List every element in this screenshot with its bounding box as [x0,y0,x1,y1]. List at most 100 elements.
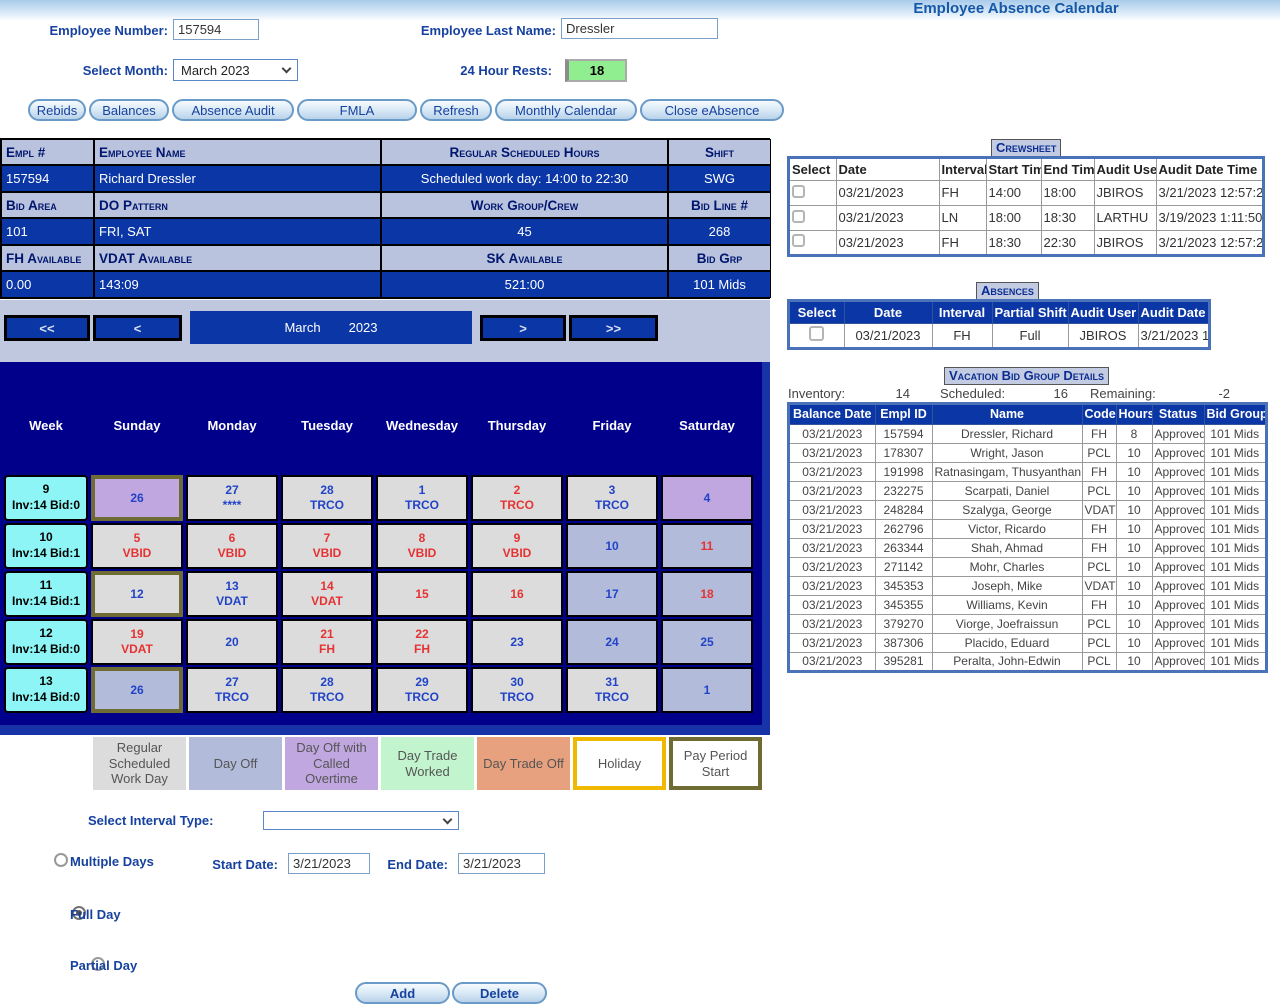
calendar-day-cell[interactable]: 5 VBID [91,523,183,569]
calendar-day-cell[interactable]: 26 [91,475,183,521]
col-header-week: Week [4,418,88,433]
cell-code: PCL [1082,633,1116,652]
row-select-checkbox[interactable] [792,234,805,247]
calendar-day-cell[interactable]: 28 TRCO [281,667,373,713]
rebids-button[interactable]: Rebids [28,99,86,121]
inventory-label: Inventory: [788,386,845,401]
multiple-days-radio[interactable] [54,853,68,867]
vacation-row: 03/21/2023 263344 Shah, Ahmad FH 10 Appr… [789,538,1266,557]
calendar-day-cell[interactable]: 24 [566,619,658,665]
cell-interval: FH [939,180,986,205]
row-select-checkbox[interactable] [792,210,805,223]
cell-balance-date: 03/21/2023 [789,614,875,633]
prev-month-button[interactable]: < [93,315,182,341]
cell-interval: FH [932,323,992,348]
calendar-day-cell[interactable]: 10 [566,523,658,569]
refresh-button[interactable]: Refresh [420,99,492,121]
start-date-input[interactable] [288,853,370,874]
calendar-day-cell[interactable]: 28 TRCO [281,475,373,521]
next-year-button[interactable]: >> [569,315,658,341]
row-select-checkbox[interactable] [809,326,824,341]
calendar-day-cell[interactable]: 22 FH [376,619,468,665]
calendar-day-cell[interactable]: 18 [661,571,753,617]
end-date-input[interactable] [458,853,545,874]
monthly-calendar-button[interactable]: Monthly Calendar [495,99,637,121]
day-number: 7 [324,531,331,546]
calendar-day-cell[interactable]: 11 [661,523,753,569]
cell-hours: 10 [1116,519,1152,538]
legend-item: Day Trade Off [477,737,570,790]
cell-empl-id: 345353 [875,576,932,595]
next-month-button[interactable]: > [480,315,566,341]
calendar-day-cell[interactable]: 4 [661,475,753,521]
week-number: 9 [43,482,50,498]
info-header-cell: Employee Name [94,139,381,165]
absences-row: 03/21/2023 FH Full JBIROS 3/21/2023 12:5… [789,323,1209,348]
add-button[interactable]: Add [355,982,450,1004]
cell-balance-date: 03/21/2023 [789,424,875,443]
vacation-table: Balance Date Empl ID Name Code Hours Sta… [788,403,1267,672]
day-number: 10 [605,539,618,554]
calendar-day-cell[interactable]: 9 VBID [471,523,563,569]
calendar-day-cell[interactable]: 30 TRCO [471,667,563,713]
employee-last-name-input[interactable] [561,18,718,39]
col-header-sunday: Sunday [91,418,183,433]
cell-code: FH [1082,538,1116,557]
col-bid-group: Bid Group [1204,404,1266,424]
day-number: 2 [514,483,521,498]
day-number: 19 [130,627,143,642]
calendar-day-cell[interactable]: 13 VDAT [186,571,278,617]
week-inventory: Inv:14 Bid:1 [12,546,80,562]
day-number: 31 [605,675,618,690]
calendar-day-cell[interactable]: 14 VDAT [281,571,373,617]
interval-type-select[interactable] [263,811,459,830]
day-code: TRCO [310,498,344,513]
info-header-cell: DO Pattern [94,192,381,218]
cell-status: Approved [1152,633,1204,652]
calendar-day-cell[interactable]: 31 TRCO [566,667,658,713]
fmla-button[interactable]: FMLA [297,99,417,121]
day-number: 20 [225,635,238,650]
calendar-day-cell[interactable]: 3 TRCO [566,475,658,521]
calendar-day-cell[interactable]: 29 TRCO [376,667,468,713]
month-select[interactable]: March 2023 [173,59,298,81]
day-number: 1 [704,683,711,698]
cell-hours: 10 [1116,481,1152,500]
calendar-day-cell[interactable]: 2 TRCO [471,475,563,521]
employee-number-input[interactable] [173,19,259,40]
cell-bid-group: 101 Mids [1204,424,1266,443]
day-number: 30 [510,675,523,690]
cell-bid-group: 101 Mids [1204,500,1266,519]
calendar-day-cell[interactable]: 21 FH [281,619,373,665]
absence-audit-button[interactable]: Absence Audit [172,99,294,121]
week-label-cell: 12 Inv:14 Bid:0 [4,619,88,665]
calendar-day-cell[interactable]: 6 VBID [186,523,278,569]
calendar-day-cell[interactable]: 27 **** [186,475,278,521]
calendar-day-cell[interactable]: 15 [376,571,468,617]
calendar-day-cell[interactable]: 1 TRCO [376,475,468,521]
year: 2023 [349,320,378,335]
row-select-checkbox[interactable] [792,185,805,198]
calendar-day-cell[interactable]: 20 [186,619,278,665]
calendar-day-cell[interactable]: 17 [566,571,658,617]
day-number: 29 [415,675,428,690]
cell-end-time: 18:30 [1041,205,1094,230]
col-partial-shift: Partial Shift [992,301,1068,323]
calendar-day-cell[interactable]: 16 [471,571,563,617]
balances-button[interactable]: Balances [89,99,169,121]
legend-item: Day Off [189,737,282,790]
calendar-day-cell[interactable]: 26 [91,667,183,713]
calendar-day-cell[interactable]: 8 VBID [376,523,468,569]
cell-end-time: 18:00 [1041,180,1094,205]
calendar-day-cell[interactable]: 7 VBID [281,523,373,569]
delete-button[interactable]: Delete [452,982,547,1004]
calendar-day-cell[interactable]: 19 VDAT [91,619,183,665]
calendar-day-cell[interactable]: 23 [471,619,563,665]
col-status: Status [1152,404,1204,424]
prev-year-button[interactable]: << [4,315,90,341]
calendar-day-cell[interactable]: 25 [661,619,753,665]
calendar-day-cell[interactable]: 27 TRCO [186,667,278,713]
calendar-day-cell[interactable]: 1 [661,667,753,713]
close-eabsence-button[interactable]: Close eAbsence [640,99,784,121]
calendar-day-cell[interactable]: 12 [91,571,183,617]
